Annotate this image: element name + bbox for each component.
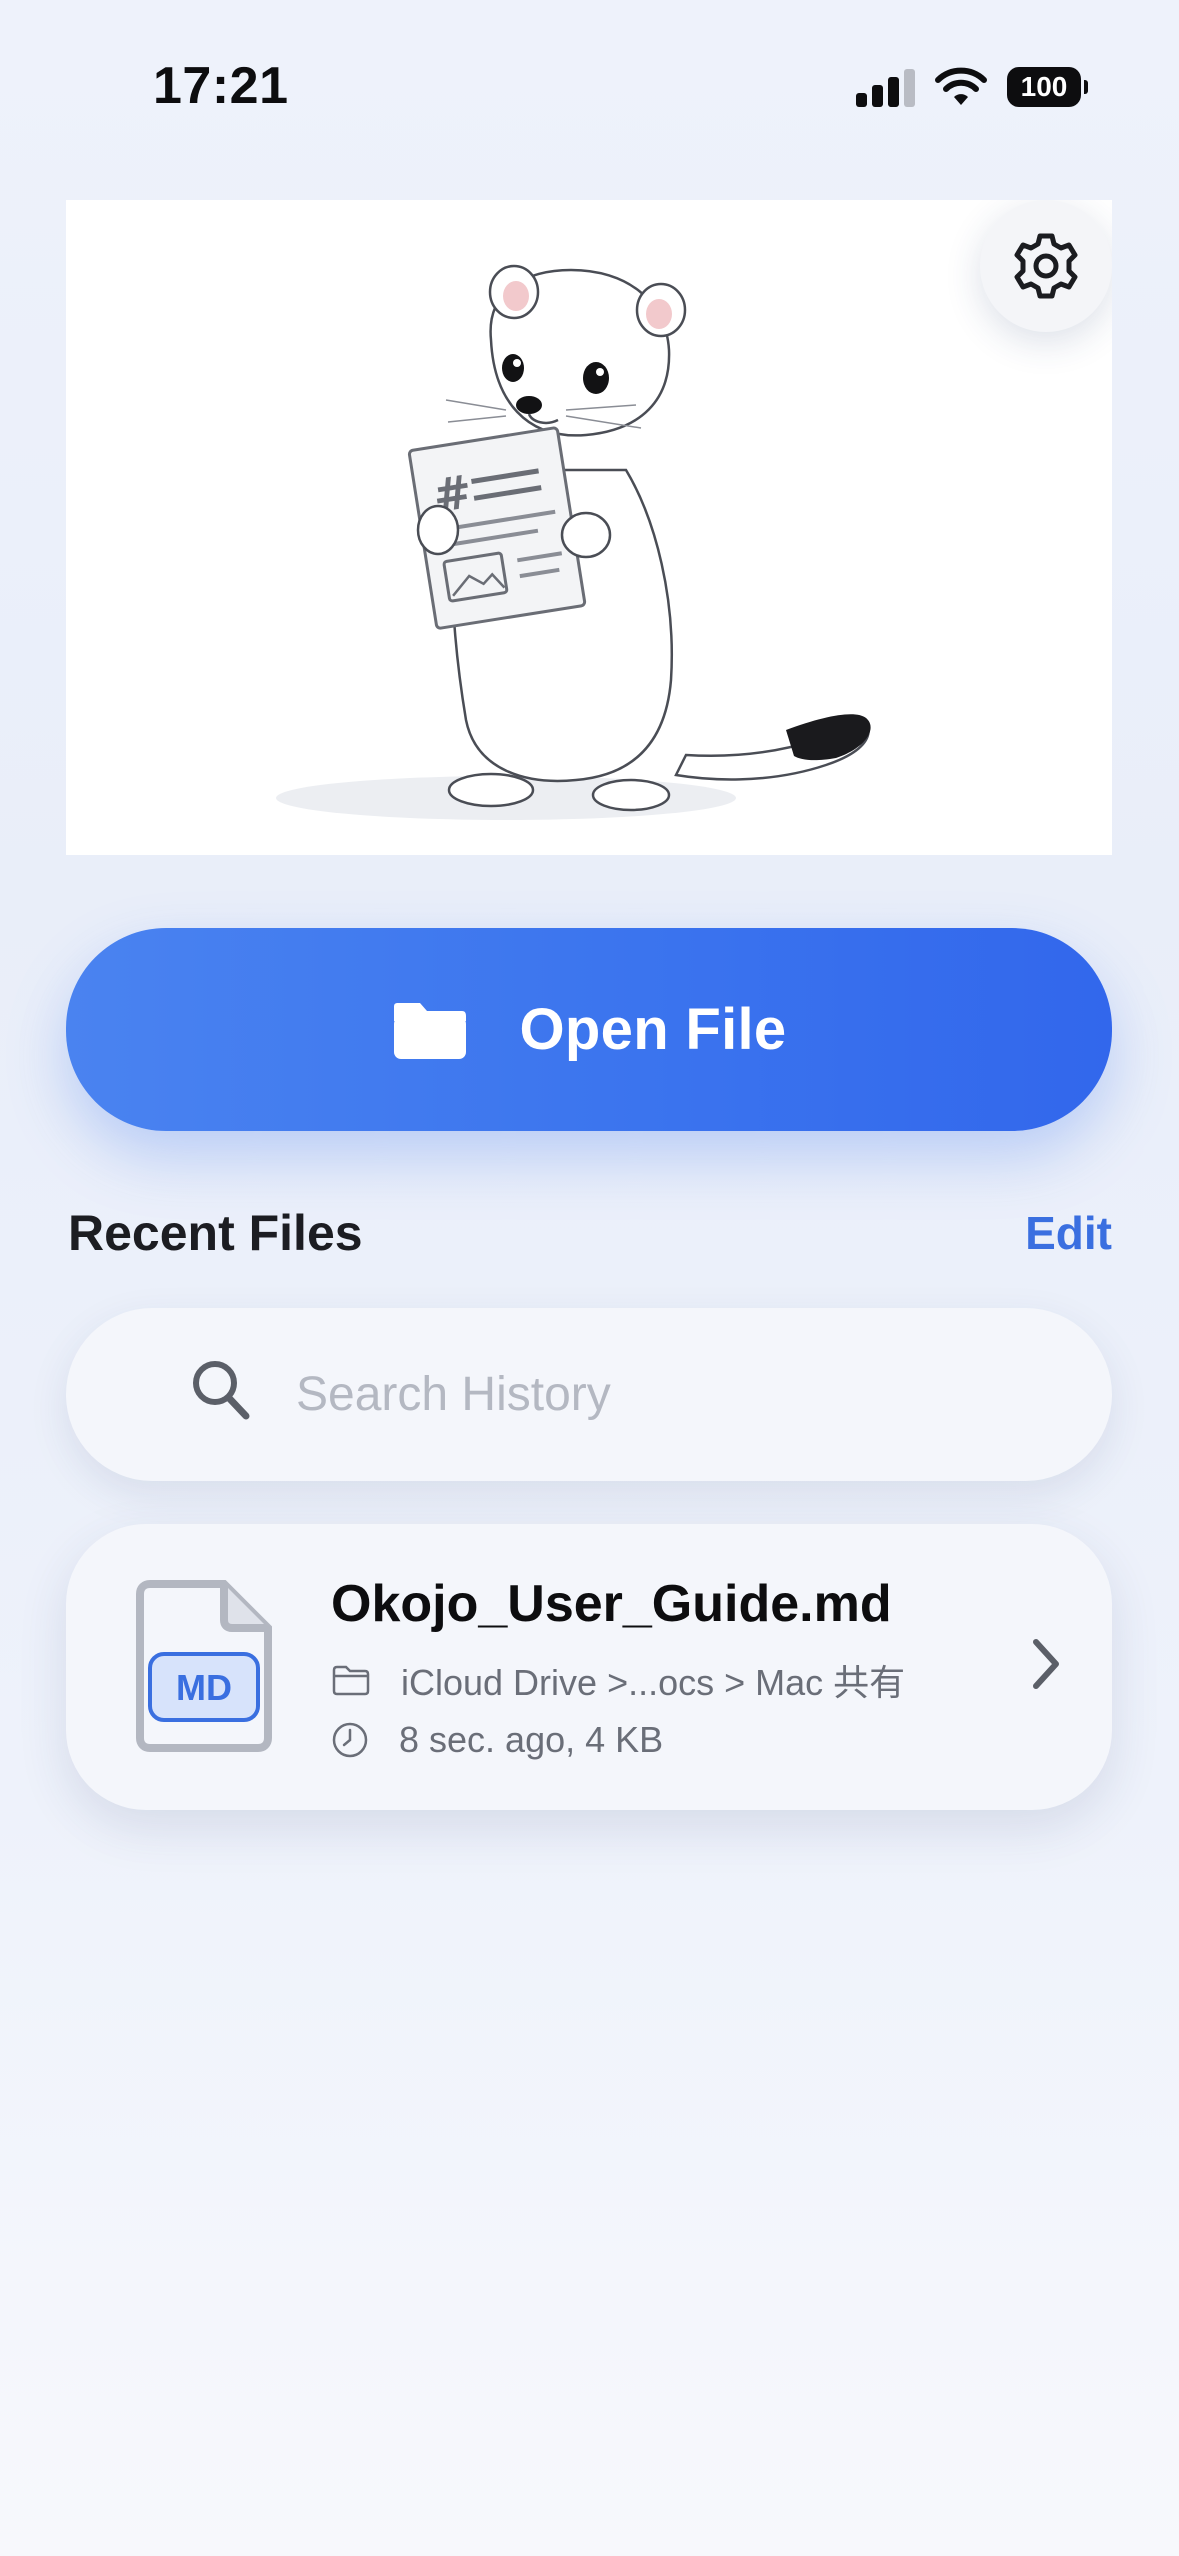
ermine-mascot-image: # (276, 264, 871, 820)
folder-outline-icon (332, 1665, 370, 1696)
status-time: 17:21 (153, 57, 289, 115)
file-name: Okojo_User_Guide.md (331, 1575, 892, 1633)
clock-icon (332, 1722, 368, 1758)
folder-icon (393, 1002, 466, 1059)
wifi-icon (935, 67, 987, 105)
file-meta-row: 8 sec. ago, 4 KB (331, 1719, 663, 1761)
battery-icon: 100 (1007, 67, 1088, 107)
open-file-button[interactable]: Open File (66, 928, 1112, 1131)
file-meta: 8 sec. ago, 4 KB (399, 1719, 664, 1760)
search-icon (193, 1361, 250, 1420)
hero-illustration: # (66, 200, 1112, 855)
recent-file-item[interactable]: MD Okojo_User_Guide.md iCloud Drive >...… (66, 1524, 1112, 1810)
file-location-row: iCloud Drive >...ocs > Mac 共有 (331, 1654, 905, 1706)
md-file-icon: MD (136, 1580, 272, 1752)
search-input[interactable] (296, 1308, 1076, 1481)
edit-button[interactable]: Edit (1025, 1206, 1112, 1260)
md-badge-label: MD (176, 1667, 232, 1708)
battery-level: 100 (1020, 71, 1068, 102)
gear-icon (1014, 233, 1078, 299)
search-history-field[interactable] (66, 1308, 1112, 1481)
recent-files-title: Recent Files (68, 1205, 363, 1261)
settings-button[interactable] (980, 200, 1112, 332)
cellular-signal-icon (856, 67, 915, 107)
status-icons: 100 (856, 64, 1088, 110)
file-location: iCloud Drive >...ocs > Mac 共有 (401, 1662, 906, 1703)
open-file-label: Open File (519, 997, 787, 1062)
chevron-right-icon (1033, 1639, 1059, 1689)
